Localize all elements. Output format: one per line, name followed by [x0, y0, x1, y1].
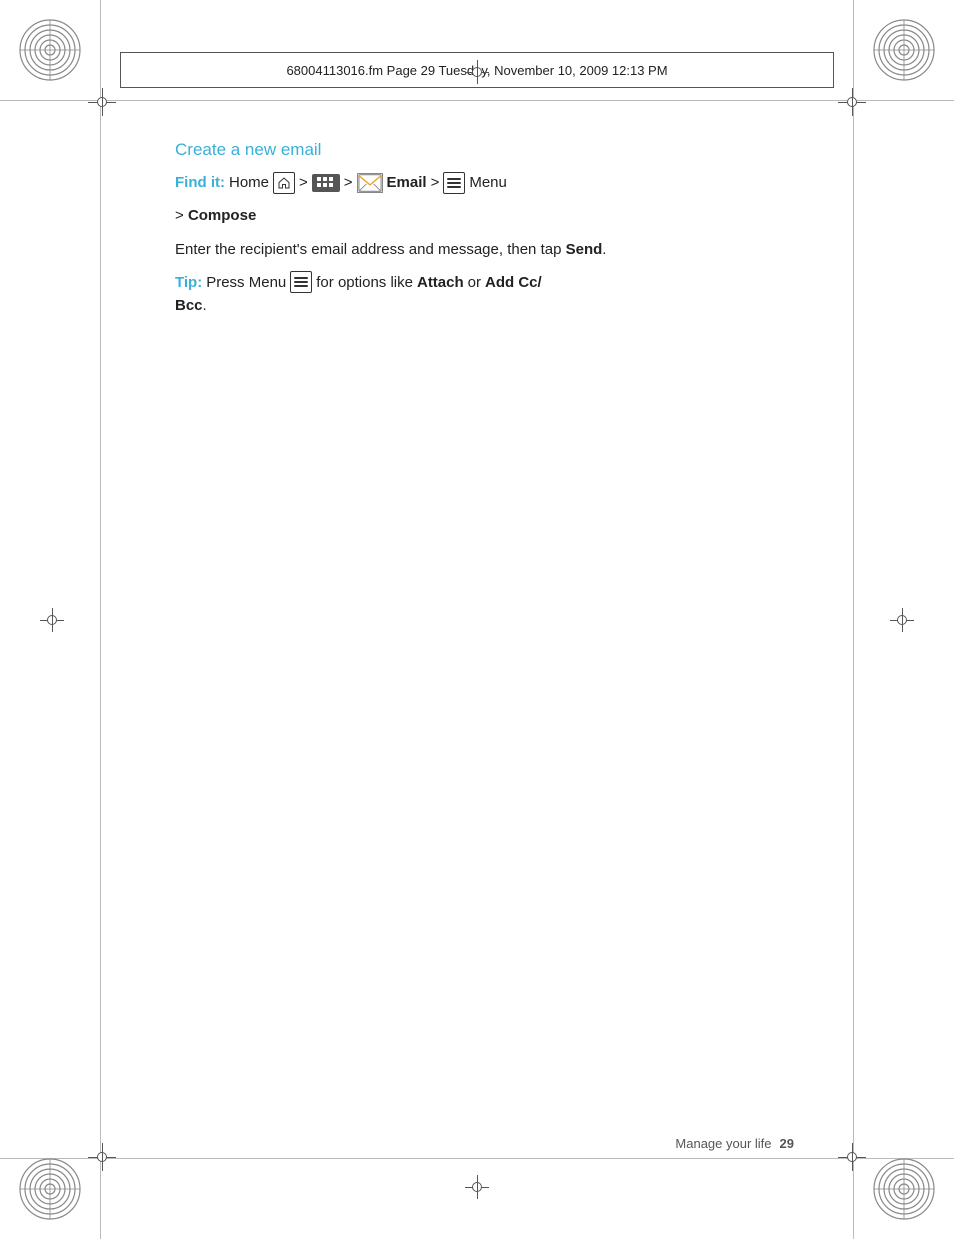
corner-crosshair-tr [838, 88, 866, 116]
crosshair-top [465, 60, 489, 84]
trim-line-top [0, 100, 954, 101]
tip-line: Tip: Press Menu for options like Attach … [175, 271, 794, 294]
gt-1: > [299, 170, 308, 196]
fingerprint-br [872, 1157, 936, 1221]
fingerprint-bl [18, 1157, 82, 1221]
crosshair-right [890, 608, 914, 632]
crosshair-left [40, 608, 64, 632]
find-it-home: Home [229, 170, 269, 196]
tip-bcc: Bcc [175, 297, 203, 314]
trim-line-right [853, 0, 854, 1239]
corner-crosshair-tl [88, 88, 116, 116]
compose-line: > Compose [175, 204, 794, 228]
gt-3: > [431, 170, 440, 196]
apps-icon [312, 174, 340, 192]
section-title: Create a new email [175, 140, 794, 160]
compose-label: Compose [188, 207, 256, 224]
tip-menu-icon [290, 271, 312, 293]
tip-bcc-line: Bcc. [175, 294, 794, 317]
find-it-label: Find it: [175, 170, 225, 196]
footer-page-number: 29 [780, 1136, 794, 1151]
gt-2: > [344, 170, 353, 196]
trim-line-left [100, 0, 101, 1239]
footer-section-label: Manage your life [675, 1136, 771, 1151]
tip-label: Tip: [175, 271, 202, 294]
find-it-line: Find it: Home > > [175, 170, 794, 196]
home-icon [273, 172, 295, 194]
menu-icon [443, 172, 465, 194]
crosshair-bottom [465, 1175, 489, 1199]
description: Enter the recipient's email address and … [175, 238, 794, 261]
trim-line-bottom [0, 1158, 954, 1159]
tip-attach: Attach [417, 271, 464, 294]
tip-text: Press Menu [206, 271, 286, 294]
fingerprint-tr [872, 18, 936, 82]
email-label: Email [387, 170, 427, 196]
tip-for: for options like [316, 271, 413, 294]
send-label: Send [566, 241, 603, 258]
fingerprint-tl [18, 18, 82, 82]
main-content: Create a new email Find it: Home > > [175, 140, 794, 317]
email-icon [357, 173, 383, 193]
menu-label: Menu [469, 170, 507, 196]
tip-or: or [468, 271, 481, 294]
tip-addcc: Add Cc/ [485, 271, 542, 294]
footer: Manage your life 29 [0, 1136, 954, 1151]
